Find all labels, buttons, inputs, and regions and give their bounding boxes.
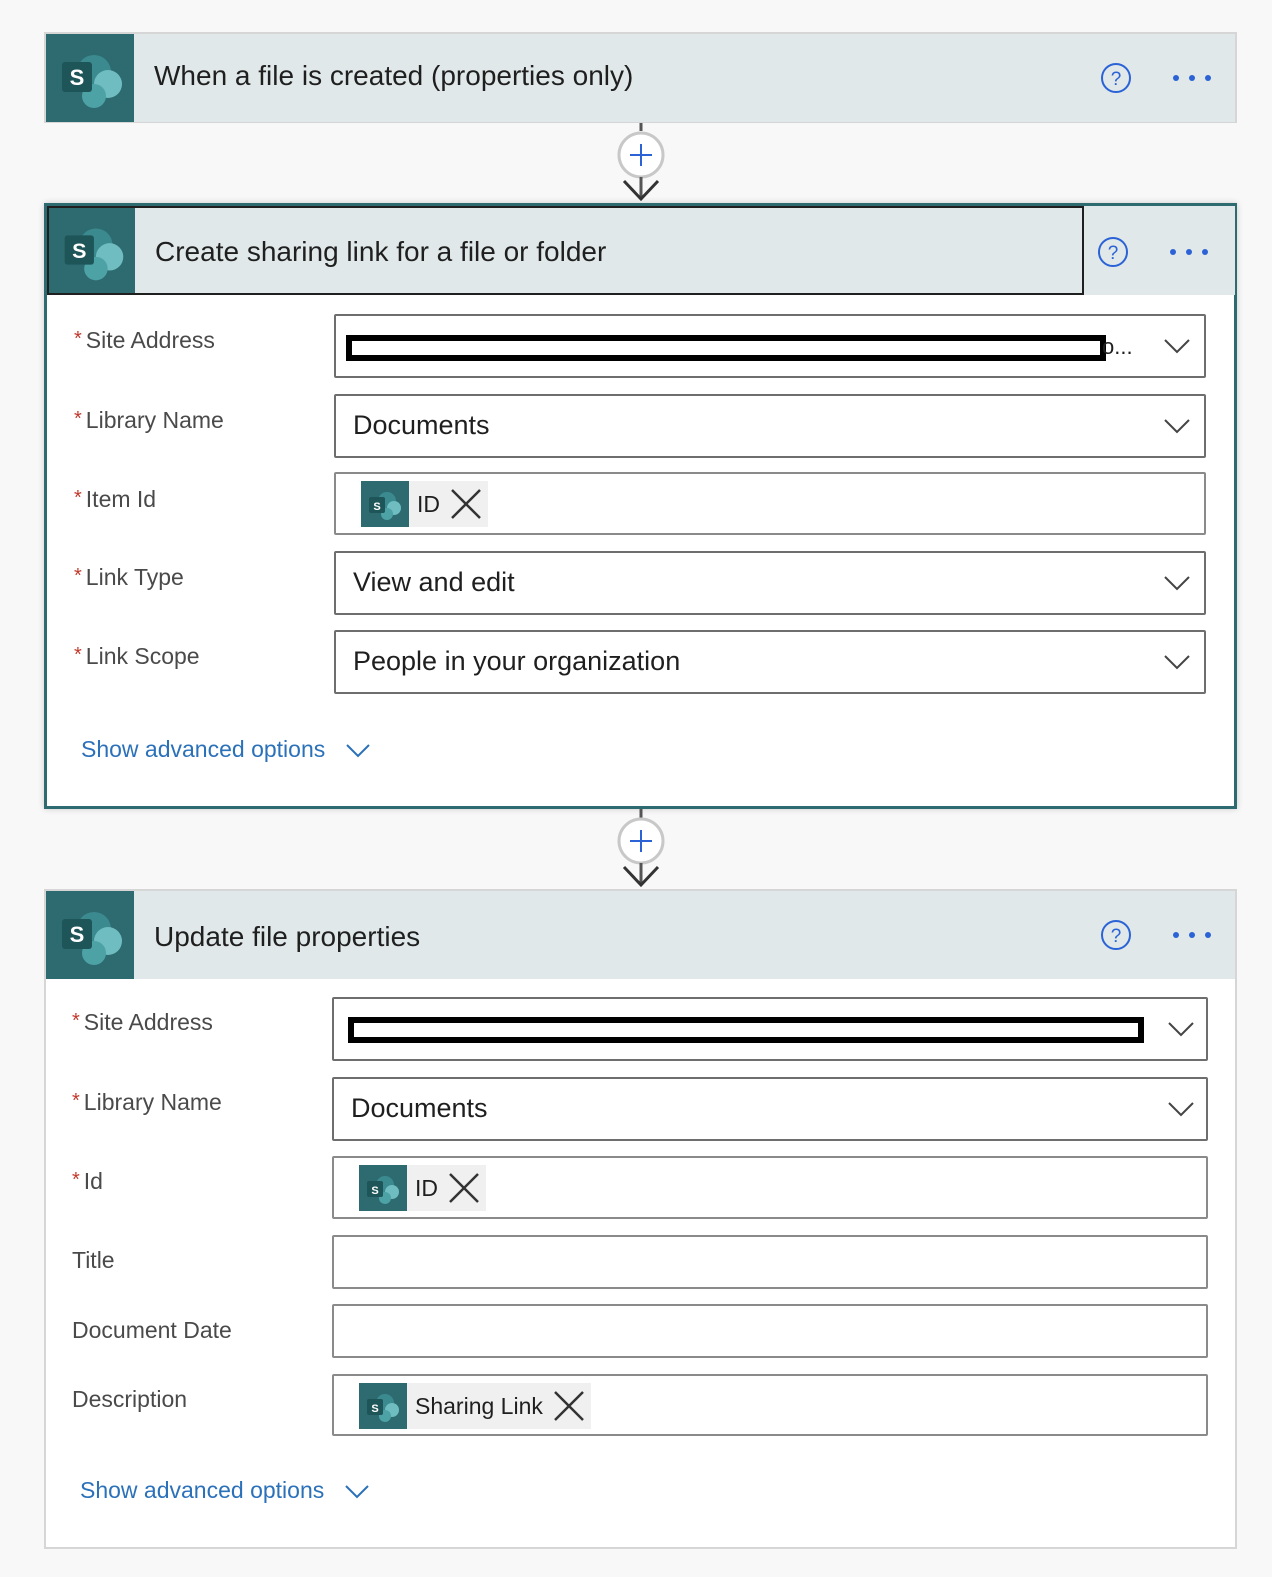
show-advanced-options-link[interactable]: Show advanced options [81,736,370,763]
token-label: ID [417,490,440,517]
redacted-value [346,335,1106,361]
chevron-down-icon[interactable] [1164,654,1190,670]
required-marker: * [74,644,82,666]
trigger-header[interactable]: S When a file is created (properties onl… [46,34,1235,122]
update-file-properties-card[interactable]: S Update file properties ? * Site Address… [44,889,1237,1549]
svg-text:S: S [72,239,86,263]
document-date-input[interactable] [332,1304,1208,1358]
link-scope-value: People in your organization [353,646,681,676]
description-input[interactable]: S Sharing Link [332,1374,1208,1436]
svg-text:S: S [373,501,380,513]
dynamic-content-token[interactable]: S Sharing Link [359,1383,591,1429]
svg-text:?: ? [1111,69,1122,90]
svg-text:S: S [70,922,85,947]
document-date-label: Document Date [72,1317,232,1343]
trigger-card[interactable]: S When a file is created (properties onl… [44,32,1237,123]
site-address-label-text: Site Address [83,1009,213,1035]
remove-token-icon[interactable] [448,486,484,522]
link-type-label: * Link Type [74,564,184,591]
show-advanced-options-link[interactable]: Show advanced options [80,1477,369,1504]
required-marker: * [72,1090,80,1112]
token-label: ID [415,1174,438,1201]
site-address-dropdown[interactable]: o... [334,314,1206,378]
item-id-label: * Item Id [74,486,156,513]
help-icon[interactable]: ? [1100,62,1132,94]
link-type-value: View and edit [353,567,515,597]
help-icon[interactable]: ? [1097,236,1129,268]
chevron-down-icon [345,744,370,758]
site-address-trailing: o... [1102,334,1133,359]
required-marker: * [72,1169,80,1191]
token-label: Sharing Link [415,1392,543,1419]
sharepoint-icon: S [46,34,134,122]
site-address-label-text: Site Address [85,327,215,353]
action1-title: Create sharing link for a file or folder [155,236,607,267]
link-type-label-text: Link Type [85,564,184,590]
required-marker: * [74,487,82,509]
dynamic-content-token[interactable]: S ID [361,481,488,527]
svg-text:?: ? [1108,243,1119,264]
dynamic-content-token[interactable]: S ID [359,1165,486,1211]
svg-text:S: S [70,65,85,90]
more-icon[interactable] [1170,929,1214,941]
add-step-connector[interactable] [617,123,665,205]
chevron-down-icon[interactable] [1164,338,1190,354]
library-name-label-text: Library Name [83,1089,222,1115]
more-icon[interactable] [1167,246,1211,258]
chevron-down-icon [344,1485,369,1499]
link-scope-label-text: Link Scope [85,643,200,669]
action2-title: Update file properties [154,921,421,952]
item-id-label-text: Item Id [85,486,157,512]
action1-header[interactable]: S Create sharing link for a file or fold… [47,206,1084,295]
site-address-label: * Site Address [72,1009,213,1036]
chevron-down-icon[interactable] [1168,1021,1194,1037]
svg-text:S: S [371,1185,378,1197]
help-icon[interactable]: ? [1100,919,1132,951]
library-name-label: * Library Name [72,1089,222,1116]
sharepoint-icon: S [359,1165,407,1211]
sharepoint-icon: S [46,891,134,979]
library-name-label-text: Library Name [85,407,224,433]
link-scope-dropdown[interactable]: People in your organization [334,630,1206,694]
link-scope-label: * Link Scope [74,643,200,670]
library-name-value: Documents [351,1093,488,1123]
title-input[interactable] [332,1235,1208,1289]
title-label: Title [72,1247,115,1273]
site-address-dropdown[interactable] [332,997,1208,1061]
id-label: * Id [72,1168,103,1195]
link-type-dropdown[interactable]: View and edit [334,551,1206,615]
id-label-text: Id [83,1168,103,1194]
library-name-dropdown[interactable]: Documents [332,1077,1208,1141]
library-name-label: * Library Name [74,407,224,434]
required-marker: * [74,408,82,430]
required-marker: * [72,1010,80,1032]
advanced-label: Show advanced options [80,1477,325,1503]
id-input[interactable]: S ID [332,1156,1208,1219]
redacted-value [348,1017,1144,1043]
chevron-down-icon[interactable] [1164,418,1190,434]
item-id-input[interactable]: S ID [334,472,1206,535]
site-address-label: * Site Address [74,327,215,354]
library-name-value: Documents [353,410,490,440]
chevron-down-icon[interactable] [1168,1101,1194,1117]
trigger-title: When a file is created (properties only) [154,60,634,91]
required-marker: * [74,565,82,587]
sharepoint-icon: S [359,1383,407,1429]
svg-text:?: ? [1111,926,1122,947]
advanced-label: Show advanced options [81,736,326,762]
sharepoint-icon: S [49,208,135,293]
svg-text:S: S [371,1403,378,1415]
library-name-dropdown[interactable]: Documents [334,394,1206,458]
create-sharing-link-card[interactable]: S Create sharing link for a file or fold… [44,203,1237,809]
chevron-down-icon[interactable] [1164,575,1190,591]
more-icon[interactable] [1170,72,1214,84]
add-step-connector[interactable] [617,809,665,891]
sharepoint-icon: S [361,481,409,527]
required-marker: * [74,328,82,350]
action2-header[interactable]: S Update file properties ? [46,891,1235,979]
description-label: Description [72,1386,188,1412]
remove-token-icon[interactable] [446,1170,482,1206]
remove-token-icon[interactable] [551,1388,587,1424]
